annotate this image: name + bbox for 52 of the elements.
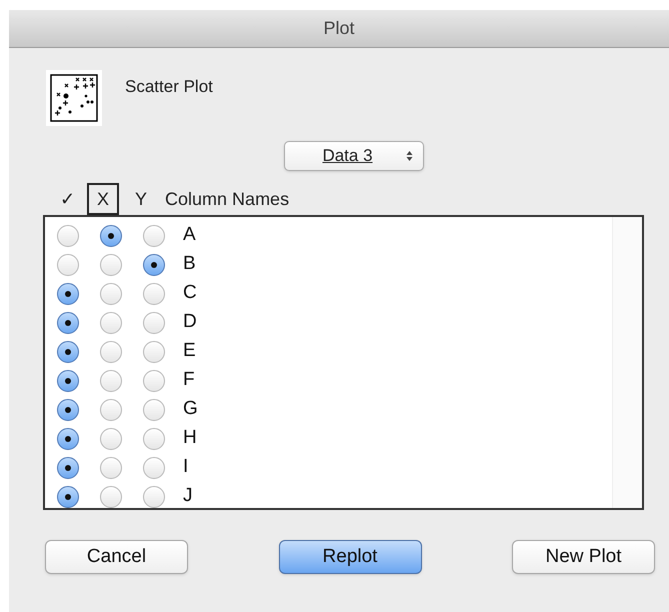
radio-button[interactable] bbox=[143, 254, 165, 276]
radio-button[interactable] bbox=[100, 456, 122, 478]
radio-button[interactable] bbox=[100, 224, 122, 246]
radio-button[interactable] bbox=[57, 282, 79, 304]
scatter-plot-icon bbox=[46, 70, 102, 126]
plot-type-label: Scatter Plot bbox=[125, 76, 213, 98]
radio-button[interactable] bbox=[57, 486, 79, 508]
radio-button[interactable] bbox=[57, 370, 79, 392]
radio-button[interactable] bbox=[100, 486, 122, 508]
column-name: B bbox=[183, 252, 196, 276]
column-name: G bbox=[183, 397, 198, 422]
radio-button[interactable] bbox=[143, 282, 165, 304]
stepper-icon bbox=[406, 150, 412, 162]
column-name: A bbox=[183, 223, 196, 248]
radio-button[interactable] bbox=[143, 398, 165, 420]
radio-button[interactable] bbox=[143, 370, 165, 392]
radio-button[interactable] bbox=[57, 456, 79, 478]
column-name: D bbox=[183, 310, 197, 334]
dialog-button[interactable]: New Plot bbox=[512, 540, 655, 574]
radio-button[interactable] bbox=[143, 312, 165, 334]
radio-button[interactable] bbox=[143, 224, 165, 246]
column-name: E bbox=[183, 339, 196, 364]
radio-button[interactable] bbox=[57, 254, 79, 276]
column-header[interactable]: ✓ bbox=[54, 186, 81, 212]
column-name: I bbox=[183, 455, 188, 480]
radio-button[interactable] bbox=[143, 428, 165, 450]
window-title: Plot bbox=[323, 17, 355, 40]
radio-button[interactable] bbox=[143, 456, 165, 478]
radio-button[interactable] bbox=[57, 224, 79, 246]
column-header[interactable]: X bbox=[87, 183, 120, 215]
column-name: H bbox=[183, 426, 197, 450]
radio-button[interactable] bbox=[100, 370, 122, 392]
radio-button[interactable] bbox=[100, 398, 122, 420]
column-name: C bbox=[183, 281, 197, 306]
column-header[interactable]: Column Names bbox=[159, 186, 296, 212]
column-name: J bbox=[183, 484, 192, 508]
column-name: F bbox=[183, 368, 195, 392]
radio-button[interactable] bbox=[57, 340, 79, 362]
dialog-button[interactable]: Cancel bbox=[45, 540, 188, 574]
dialog-button[interactable]: Replot bbox=[278, 540, 422, 574]
radio-button[interactable] bbox=[100, 282, 122, 304]
radio-button[interactable] bbox=[143, 340, 165, 362]
radio-button[interactable] bbox=[100, 428, 122, 450]
radio-button[interactable] bbox=[57, 312, 79, 334]
radio-button[interactable] bbox=[143, 486, 165, 508]
column-header[interactable]: Y bbox=[129, 186, 154, 212]
radio-button[interactable] bbox=[57, 398, 79, 420]
data-dropdown[interactable]: Data 3 bbox=[284, 141, 424, 171]
radio-button[interactable] bbox=[100, 254, 122, 276]
radio-button[interactable] bbox=[57, 428, 79, 450]
radio-button[interactable] bbox=[100, 340, 122, 362]
radio-button[interactable] bbox=[100, 312, 122, 334]
